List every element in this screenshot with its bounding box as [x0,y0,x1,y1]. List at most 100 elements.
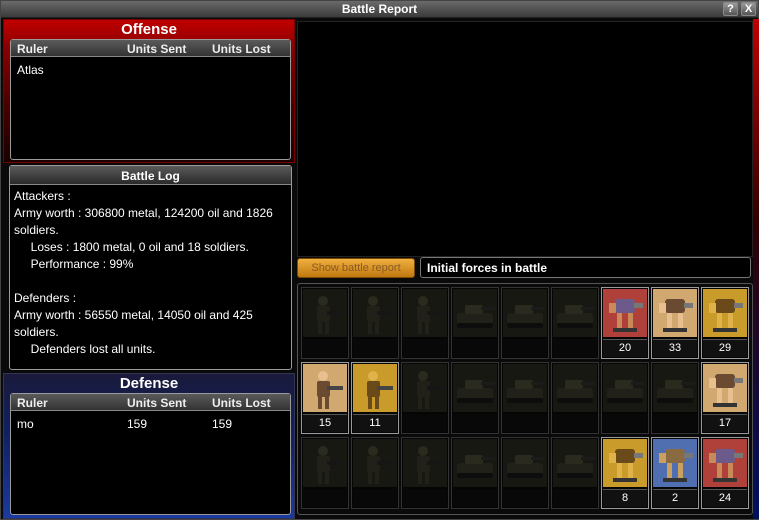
unit-count [503,414,547,432]
unit-slot[interactable] [301,287,349,359]
unit-count [553,489,597,507]
show-battle-report-button[interactable]: Show battle report [297,258,415,278]
log-line: Army worth : 56550 metal, 14050 oil and … [14,308,253,322]
close-button[interactable]: X [741,2,756,16]
unit-slot[interactable] [401,362,449,434]
mech-icon [703,439,747,487]
unit-slot[interactable] [601,362,649,434]
log-line: Loses : 1800 metal, 0 oil and 18 soldier… [14,240,249,254]
unit-count: 2 [653,489,697,507]
log-line: soldiers. [14,223,59,237]
offense-table: Ruler Units Sent Units Lost Atlas [10,39,291,160]
unit-count: 20 [603,339,647,357]
mech-icon [653,439,697,487]
unit-slot[interactable] [301,437,349,509]
mech-icon [703,289,747,337]
battle-log-panel: Battle Log Attackers : Army worth : 3068… [9,165,292,370]
unit-slot[interactable]: 15 [301,362,349,434]
infantry-icon [353,439,397,487]
unit-slot[interactable]: 24 [701,437,749,509]
defense-table: Ruler Units Sent Units Lost mo 159 159 [10,393,291,515]
offense-header-lost: Units Lost [212,42,271,56]
mech-icon [653,289,697,337]
infantry-icon [353,364,397,412]
table-row[interactable]: mo 159 159 [11,415,290,431]
defense-header-lost: Units Lost [212,396,271,410]
unit-slot[interactable] [551,362,599,434]
infantry-icon [303,439,347,487]
infantry-icon [353,289,397,337]
unit-slot[interactable]: 8 [601,437,649,509]
unit-slot[interactable] [501,437,549,509]
unit-count [403,489,447,507]
offense-title: Offense [121,21,177,38]
unit-slot[interactable] [401,437,449,509]
unit-count [453,489,497,507]
unit-slot[interactable] [401,287,449,359]
unit-slot[interactable] [501,362,549,434]
offense-section: Offense Ruler Units Sent Units Lost Atla… [3,19,295,163]
table-row[interactable]: Atlas [11,61,290,77]
help-button[interactable]: ? [723,2,738,16]
unit-slot[interactable] [501,287,549,359]
defense-table-header: Ruler Units Sent Units Lost [11,394,290,411]
unit-slot[interactable]: 20 [601,287,649,359]
tank-icon [553,439,597,487]
unit-slot[interactable] [651,362,699,434]
unit-slot[interactable] [551,437,599,509]
unit-count [303,339,347,357]
unit-slot[interactable]: 29 [701,287,749,359]
unit-slot[interactable]: 11 [351,362,399,434]
infantry-icon [403,289,447,337]
defense-title: Defense [119,375,179,392]
unit-count [403,414,447,432]
offense-header-ruler: Ruler [17,42,48,56]
window-title: Battle Report [341,2,418,16]
log-line: soldiers. [14,325,59,339]
tank-icon [453,439,497,487]
log-line: Defenders lost all units. [14,342,156,356]
tank-icon [653,364,697,412]
unit-count: 24 [703,489,747,507]
defense-ruler: mo [17,417,34,431]
unit-slot[interactable]: 17 [701,362,749,434]
unit-count [503,489,547,507]
mech-icon [603,289,647,337]
unit-count: 15 [303,414,347,432]
unit-count [403,339,447,357]
unit-slot[interactable] [551,287,599,359]
tank-icon [553,364,597,412]
offense-table-header: Ruler Units Sent Units Lost [11,40,290,57]
unit-count: 29 [703,339,747,357]
unit-slot[interactable] [351,287,399,359]
unit-count [353,489,397,507]
unit-slot[interactable] [451,287,499,359]
unit-count [553,414,597,432]
infantry-icon [403,364,447,412]
unit-count: 8 [603,489,647,507]
mech-icon [603,439,647,487]
unit-count [553,339,597,357]
unit-slot[interactable]: 33 [651,287,699,359]
unit-slot[interactable] [451,362,499,434]
unit-slot[interactable]: 2 [651,437,699,509]
unit-slot[interactable] [451,437,499,509]
log-line: Army worth : 306800 metal, 124200 oil an… [14,206,273,220]
initial-forces-label: Initial forces in battle [420,257,751,278]
tank-icon [503,439,547,487]
battle-viewport [297,21,753,257]
offense-ruler: Atlas [17,63,44,77]
tank-icon [603,364,647,412]
infantry-icon [403,439,447,487]
log-line: Performance : 99% [14,257,134,271]
title-bar: Battle Report ? X [1,1,758,18]
unit-slot[interactable] [351,437,399,509]
log-line: Attackers : [14,189,71,203]
unit-count [303,489,347,507]
unit-count [353,339,397,357]
unit-grid: 20 33 29 15 11 17 8 2 24 [297,283,753,515]
defense-lost: 159 [212,417,233,431]
unit-count [503,339,547,357]
unit-count: 33 [653,339,697,357]
infantry-icon [303,364,347,412]
